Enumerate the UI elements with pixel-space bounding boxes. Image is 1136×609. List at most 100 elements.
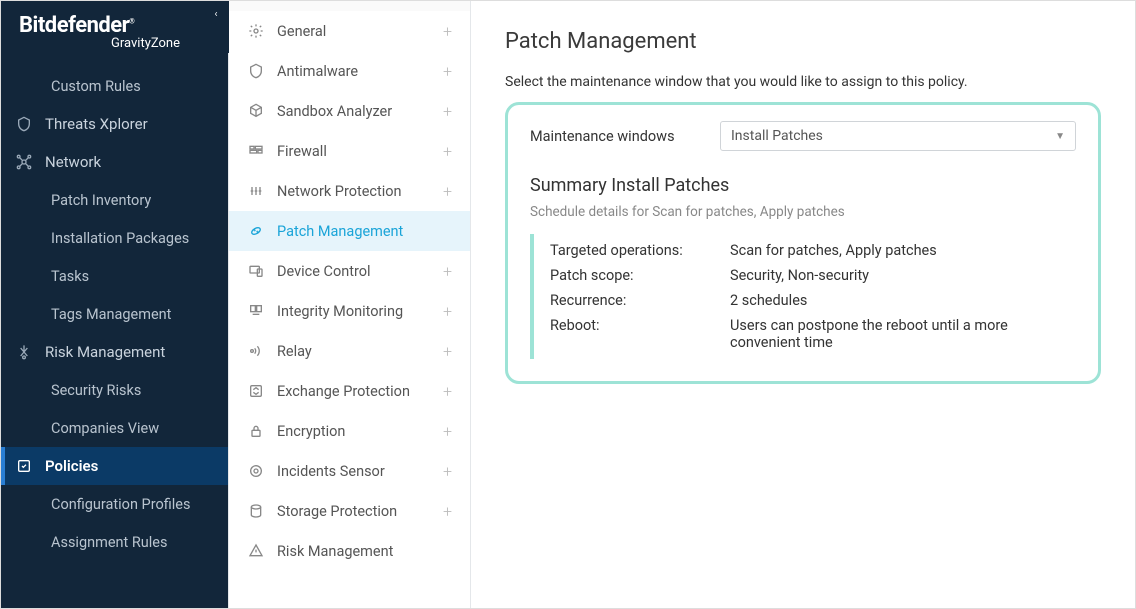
summary-key: Reboot: — [550, 317, 730, 351]
firewall-icon — [247, 142, 265, 160]
brand-name: Bitdefender® — [19, 13, 210, 38]
nav-label: Configuration Profiles — [51, 496, 190, 513]
expand-icon: + — [443, 302, 452, 321]
network-icon — [15, 153, 33, 171]
summary-row: Reboot: Users can postpone the reboot un… — [550, 313, 1076, 355]
sidebar-item-assignment-rules[interactable]: Assignment Rules — [1, 523, 228, 561]
nav-label: Companies View — [51, 420, 159, 437]
menu-label: Sandbox Analyzer — [277, 103, 392, 120]
menu-item-encryption[interactable]: Encryption + — [229, 411, 470, 451]
summary-row: Patch scope: Security, Non-security — [550, 263, 1076, 288]
sidebar-item-network[interactable]: Network — [1, 143, 228, 181]
nav-label: Installation Packages — [51, 230, 189, 247]
expand-icon: + — [443, 102, 452, 121]
sidebar-item-configuration-profiles[interactable]: Configuration Profiles — [1, 485, 228, 523]
risk-icon — [15, 343, 33, 361]
menu-label: Relay — [277, 343, 312, 360]
nav-label: Network — [45, 153, 101, 171]
shield-icon — [15, 115, 33, 133]
expand-icon: + — [443, 422, 452, 441]
sidebar-item-security-risks[interactable]: Security Risks — [1, 371, 228, 409]
menu-label: Exchange Protection — [277, 383, 410, 400]
sidebar-item-risk-management[interactable]: Risk Management — [1, 333, 228, 371]
menu-item-exchange-protection[interactable]: Exchange Protection + — [229, 371, 470, 411]
sidebar-item-companies-view[interactable]: Companies View — [1, 409, 228, 447]
menu-item-integrity-monitoring[interactable]: Integrity Monitoring + — [229, 291, 470, 331]
expand-icon: + — [443, 62, 452, 81]
logo: Bitdefender® GravityZone ‹ — [1, 1, 228, 65]
maintenance-window-row: Maintenance windows Install Patches ▼ — [530, 121, 1076, 151]
summary-subtitle: Schedule details for Scan for patches, A… — [530, 204, 1076, 220]
summary-key: Targeted operations: — [550, 242, 730, 259]
menu-label: General — [277, 23, 326, 40]
sidebar-item-patch-inventory[interactable]: Patch Inventory — [1, 181, 228, 219]
sidebar: Bitdefender® GravityZone ‹ Custom Rules … — [1, 1, 228, 608]
summary-val: Scan for patches, Apply patches — [730, 242, 1076, 259]
maintenance-window-dropdown[interactable]: Install Patches ▼ — [720, 121, 1076, 151]
expand-icon: + — [443, 22, 452, 41]
product-name: GravityZone — [19, 36, 210, 51]
menu-item-risk-management[interactable]: Risk Management — [229, 531, 470, 571]
dropdown-value: Install Patches — [731, 128, 823, 144]
nav-label: Assignment Rules — [51, 534, 167, 551]
nav-label: Policies — [45, 457, 98, 475]
nav-label: Tasks — [51, 268, 89, 285]
menu-item-general[interactable]: General + — [229, 11, 470, 51]
menu-item-storage-protection[interactable]: Storage Protection + — [229, 491, 470, 531]
sensor-icon — [247, 462, 265, 480]
menu-label: Patch Management — [277, 223, 403, 240]
expand-icon: + — [443, 462, 452, 481]
menu-item-patch-management[interactable]: Patch Management — [229, 211, 470, 251]
nav-label: Patch Inventory — [51, 192, 151, 209]
relay-icon — [247, 342, 265, 360]
menu-label: Integrity Monitoring — [277, 303, 403, 320]
integrity-icon — [247, 302, 265, 320]
menu-item-antimalware[interactable]: Antimalware + — [229, 51, 470, 91]
summary-val: Users can postpone the reboot until a mo… — [730, 317, 1076, 351]
page-description: Select the maintenance window that you w… — [505, 74, 1101, 90]
nav-label: Custom Rules — [51, 78, 141, 95]
sidebar-item-tags-management[interactable]: Tags Management — [1, 295, 228, 333]
sidebar-item-custom-rules[interactable]: Custom Rules — [1, 67, 228, 105]
menu-label: Risk Management — [277, 543, 393, 560]
summary-row: Targeted operations: Scan for patches, A… — [550, 238, 1076, 263]
menu-item-incidents-sensor[interactable]: Incidents Sensor + — [229, 451, 470, 491]
cube-icon — [247, 102, 265, 120]
expand-icon: + — [443, 342, 452, 361]
risk-management-icon — [247, 542, 265, 560]
menu-item-sandbox-analyzer[interactable]: Sandbox Analyzer + — [229, 91, 470, 131]
policies-icon — [15, 457, 33, 475]
menu-item-firewall[interactable]: Firewall + — [229, 131, 470, 171]
summary-val: Security, Non-security — [730, 267, 1076, 284]
nav-label: Tags Management — [51, 306, 171, 323]
sidebar-item-installation-packages[interactable]: Installation Packages — [1, 219, 228, 257]
maintenance-window-label: Maintenance windows — [530, 128, 720, 145]
page-title: Patch Management — [505, 29, 1101, 54]
summary-title: Summary Install Patches — [530, 175, 1076, 196]
menu-label: Device Control — [277, 263, 371, 280]
sidebar-item-policies[interactable]: Policies — [1, 447, 228, 485]
nav-label: Threats Xplorer — [45, 115, 148, 133]
sidebar-item-tasks[interactable]: Tasks — [1, 257, 228, 295]
summary-key: Patch scope: — [550, 267, 730, 284]
gear-icon — [247, 22, 265, 40]
exchange-icon — [247, 382, 265, 400]
menu-item-relay[interactable]: Relay + — [229, 331, 470, 371]
sidebar-item-threats-xplorer[interactable]: Threats Xplorer — [1, 105, 228, 143]
expand-icon: + — [443, 262, 452, 281]
menu-label: Network Protection — [277, 183, 402, 200]
expand-icon: + — [443, 382, 452, 401]
menu-item-device-control[interactable]: Device Control + — [229, 251, 470, 291]
menu-label: Incidents Sensor — [277, 463, 385, 480]
storage-icon — [247, 502, 265, 520]
nav-label: Risk Management — [45, 343, 165, 361]
shield-icon — [247, 62, 265, 80]
menu-label: Encryption — [277, 423, 345, 440]
policy-menu-inner: General + Antimalware + Sandbox Analyzer… — [229, 1, 470, 571]
menu-item-network-protection[interactable]: Network Protection + — [229, 171, 470, 211]
summary-val: 2 schedules — [730, 292, 1076, 309]
menu-label: Firewall — [277, 143, 327, 160]
policy-menu: General + Antimalware + Sandbox Analyzer… — [228, 1, 470, 608]
device-icon — [247, 262, 265, 280]
expand-icon: + — [443, 142, 452, 161]
